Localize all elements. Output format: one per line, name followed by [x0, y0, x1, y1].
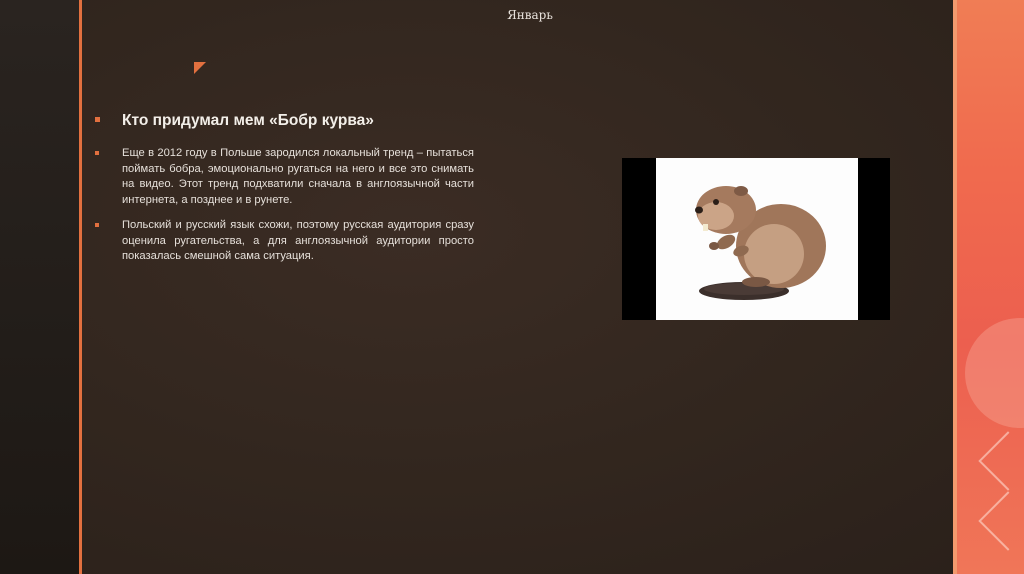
chevron-decoration-icon [978, 431, 1024, 491]
slide-header-title: Январь [507, 8, 553, 22]
paragraph-text: Польский и русский язык схожи, поэтому р… [122, 219, 474, 262]
accent-line [79, 0, 82, 574]
paragraph-text: Еще в 2012 году в Польше зародился локал… [122, 147, 474, 206]
bullet-icon [95, 151, 99, 155]
beaver-image [656, 158, 858, 320]
left-panel [0, 0, 79, 574]
right-decorative-strip [957, 0, 1024, 574]
slide-heading: Кто придумал мем «Бобр курва» [122, 112, 374, 129]
slide: Январь Кто придумал мем «Бобр курва» Еще… [0, 0, 1024, 574]
corner-triangle-icon [194, 62, 206, 74]
bullet-icon [95, 223, 99, 227]
heading-item: Кто придумал мем «Бобр курва» [92, 108, 474, 134]
chevron-decoration-icon [978, 491, 1024, 551]
content-area: Кто придумал мем «Бобр курва» Еще в 2012… [92, 108, 474, 275]
beaver-icon [695, 186, 826, 300]
decorative-circle [965, 318, 1024, 428]
image-frame [622, 158, 890, 320]
paragraph-item: Еще в 2012 году в Польше зародился локал… [92, 146, 474, 208]
bullet-icon [95, 117, 100, 122]
paragraph-item: Польский и русский язык схожи, поэтому р… [92, 218, 474, 265]
